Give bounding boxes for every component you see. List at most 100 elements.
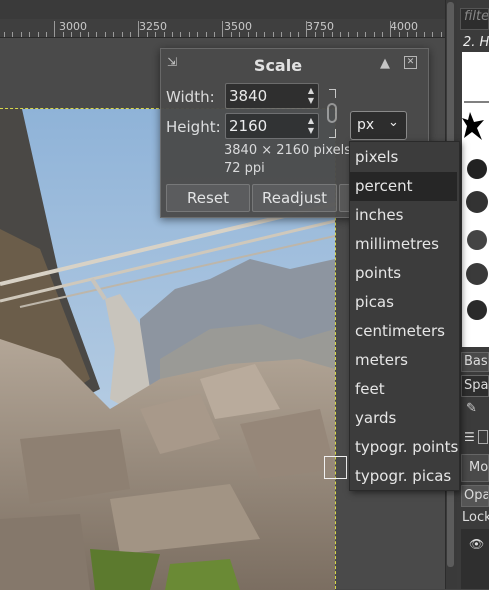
ruler-tick [63, 32, 64, 37]
height-label: Height: [166, 118, 221, 136]
ruler-tick [189, 32, 190, 37]
ruler-tick [130, 32, 131, 37]
ruler-tick [432, 32, 433, 37]
ruler-tick [424, 32, 425, 37]
ruler-tick [172, 32, 173, 37]
ruler-tick [214, 32, 215, 37]
ruler-tick [164, 32, 165, 37]
ruler-tick [399, 32, 400, 37]
ruler-tick [407, 32, 408, 37]
unit-selected: px [357, 117, 375, 133]
layer-mode-select[interactable]: Mo [461, 454, 489, 482]
ruler-tick [71, 32, 72, 37]
ruler-tick [180, 32, 181, 37]
chain-link-icon[interactable] [325, 89, 341, 139]
ruler-tick [147, 32, 148, 37]
ruler-tick [248, 32, 249, 37]
ruler-tick [122, 32, 123, 37]
menu-item-typogr-picas[interactable]: typogr. picas [350, 462, 457, 491]
menu-item-percent[interactable]: percent [350, 172, 457, 201]
unit-select[interactable]: px ⌄ [350, 111, 407, 140]
ruler-tick [290, 32, 291, 37]
brush-tag-label: Basi [464, 354, 489, 369]
brush-tag-field[interactable]: Basi [461, 352, 489, 372]
layers-tab-icon[interactable]: ☰ [464, 430, 475, 444]
ruler-tick [29, 32, 30, 37]
horizontal-ruler[interactable]: 3000 3250 3500 3750 4000 [0, 19, 445, 38]
chevron-down-icon: ⌄ [388, 115, 399, 130]
height-spinner[interactable]: 2160 ▲ ▼ [225, 113, 319, 139]
dock-tabs[interactable]: ☰ [461, 430, 489, 446]
ruler-tick [256, 32, 257, 37]
ruler-tick [105, 32, 106, 37]
width-value: 3840 [229, 87, 268, 105]
ruler-label: 3250 [139, 20, 167, 33]
brush-filter-input[interactable]: filte [460, 8, 489, 30]
ruler-tick [96, 32, 97, 37]
ruler-tick [348, 32, 349, 37]
brush-name: 2. H [463, 35, 489, 50]
ruler-tick [38, 32, 39, 37]
ruler-tick [113, 32, 114, 37]
ruler-tick [340, 32, 341, 37]
ruler-tick [416, 32, 417, 37]
dialog-menu-icon[interactable]: ▲ [380, 56, 390, 71]
menu-item-picas[interactable]: picas [350, 288, 457, 317]
channels-tab-icon[interactable] [478, 430, 488, 444]
menu-item-centimeters[interactable]: centimeters [350, 317, 457, 346]
size-info: 3840 × 2160 pixels [224, 143, 351, 158]
layers-list[interactable]: 👁 [461, 529, 489, 589]
ruler-tick [273, 32, 274, 37]
spacing-field[interactable]: Spac [461, 375, 489, 397]
ruler-tick [315, 32, 316, 37]
dialog-title: Scale [253, 56, 303, 75]
ruler-tick [4, 32, 5, 37]
width-label: Width: [166, 88, 215, 106]
menu-item-points[interactable]: points [350, 259, 457, 288]
ruler-tick [390, 21, 391, 37]
ruler-tick [306, 21, 307, 37]
ruler-tick [222, 21, 223, 37]
close-icon[interactable]: ✕ [404, 56, 417, 69]
width-spinner[interactable]: 3840 ▲ ▼ [225, 83, 319, 109]
ruler-tick [239, 32, 240, 37]
opacity-field[interactable]: Opa [461, 485, 489, 507]
ruler-tick [46, 32, 47, 37]
menu-item-feet[interactable]: feet [350, 375, 457, 404]
ruler-tick [357, 32, 358, 37]
ruler-tick [374, 32, 375, 37]
ruler-tick [264, 32, 265, 37]
ruler-tick [155, 32, 156, 37]
lock-label: Lock [462, 510, 489, 525]
menu-item-typogr-points[interactable]: typogr. points [350, 433, 458, 462]
spacing-label: Spac [464, 378, 489, 393]
ruler-label: 3750 [306, 20, 334, 33]
spin-arrows-icon[interactable]: ▲ ▼ [306, 86, 316, 106]
ruler-tick [231, 32, 232, 37]
ruler-tick [365, 32, 366, 37]
ruler-tick [88, 32, 89, 37]
ruler-tick [298, 32, 299, 37]
menu-item-yards[interactable]: yards [350, 404, 457, 433]
ruler-tick [54, 21, 55, 37]
mode-label: Mo [469, 460, 489, 475]
reset-button[interactable]: Reset [166, 184, 250, 212]
brush-previews [462, 101, 489, 320]
edit-brush-icon[interactable]: ✎ [466, 401, 477, 416]
spin-arrows-icon[interactable]: ▲ ▼ [306, 116, 316, 136]
visibility-eye-icon[interactable]: 👁 [469, 537, 484, 551]
height-value: 2160 [229, 117, 268, 135]
ruler-tick [197, 32, 198, 37]
menu-item-meters[interactable]: meters [350, 346, 457, 375]
transform-handle[interactable] [324, 456, 347, 479]
brush-grid[interactable] [462, 52, 489, 347]
resolution-info: 72 ppi [224, 161, 265, 176]
menu-item-millimetres[interactable]: millimetres [350, 230, 457, 259]
readjust-button[interactable]: Readjust [252, 184, 337, 212]
ruler-tick [281, 32, 282, 37]
menu-item-inches[interactable]: inches [350, 201, 457, 230]
ruler-tick [206, 32, 207, 37]
menu-item-pixels[interactable]: pixels [350, 143, 457, 172]
ruler-tick [12, 32, 13, 37]
ruler-tick [332, 32, 333, 37]
